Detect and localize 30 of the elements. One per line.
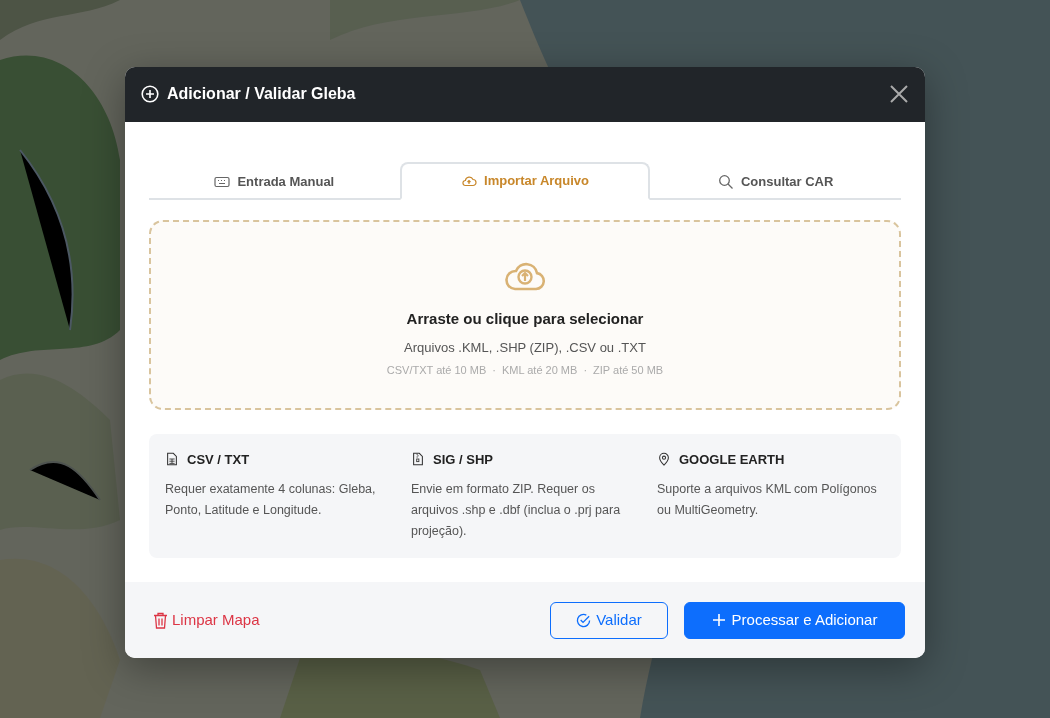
info-title: CSV / TXT [187, 450, 250, 469]
dropzone-heading: Arraste ou clique para selecionar [406, 308, 644, 329]
tab[interactable]: Consultar CAR [650, 161, 901, 200]
file-drop-zone[interactable]: Arraste ou clique para selecionar Arquivos .KML, .SHP (ZIP), .CSV ou .TXT CSV/TXT até 10 MB · KML até 20 MB · ZIP até 50 MB [149, 219, 901, 410]
size-limit: KML até 20 MB [501, 362, 578, 378]
check-circle-icon [576, 612, 592, 628]
separator-dot: · [583, 362, 588, 378]
tab[interactable]: Entrada Manual [149, 161, 400, 200]
modal-title: Adicionar / Validar Gleba [167, 84, 356, 105]
info-text: Envie em formato ZIP. Requer os arquivos .shp e .dbf (inclua o .prj para projeção). [411, 481, 622, 541]
close-button[interactable] [889, 84, 909, 105]
clear-map-button[interactable]: Limpar Mapa [153, 608, 260, 632]
info-title: GOOGLE EARTH [679, 450, 785, 469]
info-title: SIG / SHP [433, 450, 493, 469]
plus-circle-icon [141, 85, 159, 104]
plus-icon [711, 613, 726, 627]
info-text: Requer exatamente 4 colunas: Gleba, Ponto, Latitude e Longitude. [165, 481, 377, 520]
separator-dot: · [492, 362, 496, 378]
trash-icon [153, 611, 168, 629]
size-limit: CSV/TXT até 10 MB [386, 362, 487, 378]
spreadsheet-file-icon [165, 451, 179, 468]
zip-file-icon [411, 451, 425, 468]
info-text: Suporte a arquivos KML com Polígonos ou MultiGeometry. [657, 481, 878, 520]
size-limit: ZIP até 50 MB [593, 362, 664, 378]
process-and-add-button[interactable]: Processar e Adicionar [684, 601, 905, 639]
tab[interactable]: Importar Arquivo [399, 161, 651, 200]
validate-button[interactable]: Validar [550, 601, 668, 639]
search-icon [717, 173, 734, 190]
map-pin-icon [657, 451, 671, 468]
accepted-formats: Arquivos .KML, .SHP (ZIP), .CSV ou .TXT [404, 339, 646, 358]
